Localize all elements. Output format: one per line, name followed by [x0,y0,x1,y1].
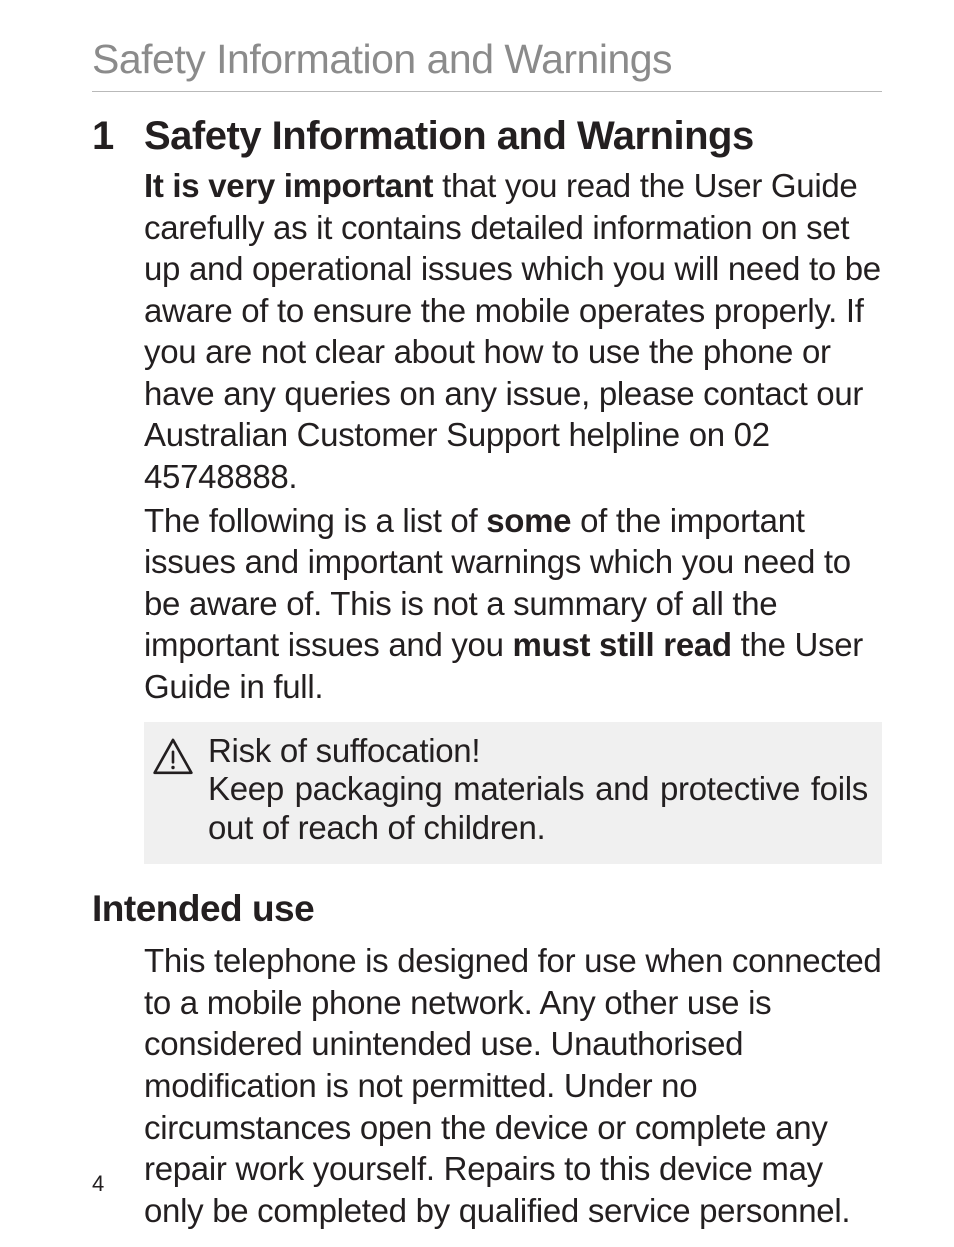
running-header: Safety Information and Warnings [92,36,882,92]
emphasis-some: some [486,502,571,539]
paragraph-1: It is very important that you read the U… [144,165,882,498]
text-run: that you read the User Guide carefully a… [144,167,881,495]
page-number: 4 [92,1171,104,1197]
paragraph-intended-use: This telephone is designed for use when … [144,940,882,1231]
subheading-intended-use: Intended use [92,888,882,930]
section-title: Safety Information and Warnings [144,114,754,159]
paragraph-2: The following is a list of some of the i… [144,500,882,708]
section-heading-row: 1 Safety Information and Warnings [92,114,882,159]
section-number: 1 [92,114,144,159]
text-run: The following is a list of [144,502,486,539]
intended-use-paragraph: This telephone is designed for use when … [144,940,882,1231]
warning-line-1: Risk of suffocation! [208,732,868,771]
warning-triangle-icon [152,736,194,778]
warning-text: Risk of suffocation! Keep packaging mate… [208,732,868,849]
emphasis-must-read: must still read [513,626,732,663]
emphasis-important: It is very important [144,167,433,204]
document-page: Safety Information and Warnings 1 Safety… [0,0,954,1247]
warning-callout: Risk of suffocation! Keep packaging mate… [144,722,882,865]
intro-paragraphs: It is very important that you read the U… [144,165,882,864]
warning-line-2: Keep packaging materials and protective … [208,770,868,848]
